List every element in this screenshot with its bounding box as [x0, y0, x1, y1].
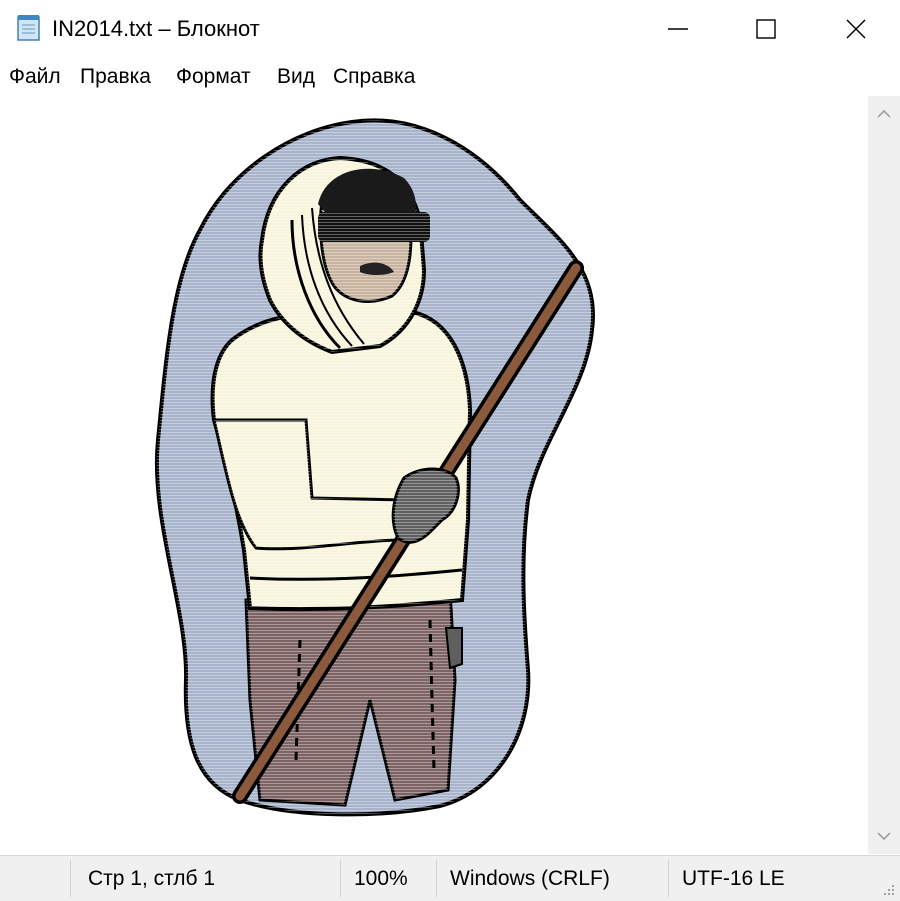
- notepad-icon: [17, 15, 40, 41]
- maximize-icon: [756, 19, 776, 39]
- chevron-down-icon: [877, 832, 891, 841]
- menu-file[interactable]: Файл: [9, 64, 61, 90]
- resize-grip-icon[interactable]: [880, 881, 896, 897]
- menu-view[interactable]: Вид: [277, 64, 315, 90]
- close-icon: [846, 19, 866, 39]
- menu-bar: Файл Правка Формат Вид Справка: [0, 58, 900, 97]
- maximize-button[interactable]: [720, 0, 812, 58]
- status-divider: [668, 860, 669, 897]
- title-bar: IN2014.txt – Блокнот: [0, 0, 900, 58]
- window-title: IN2014.txt – Блокнот: [52, 16, 260, 41]
- status-divider: [436, 860, 437, 897]
- line-ending: Windows (CRLF): [450, 867, 610, 890]
- encoding: UTF-16 LE: [682, 867, 785, 890]
- status-divider: [340, 860, 341, 897]
- status-bar: Стр 1, стлб 1 100% Windows (CRLF) UTF-16…: [0, 855, 900, 901]
- close-button[interactable]: [810, 0, 900, 58]
- zoom-level: 100%: [354, 867, 408, 890]
- scroll-up-button[interactable]: [868, 98, 900, 130]
- cursor-position: Стр 1, стлб 1: [88, 867, 216, 890]
- menu-edit[interactable]: Правка: [80, 64, 151, 90]
- text-editor[interactable]: [0, 96, 868, 854]
- menu-format[interactable]: Формат: [176, 64, 251, 90]
- minimize-button[interactable]: [632, 0, 724, 58]
- vertical-scrollbar[interactable]: [868, 96, 900, 854]
- status-divider: [70, 860, 71, 897]
- menu-help[interactable]: Справка: [333, 64, 415, 90]
- ascii-art-hooded-man-with-staff: [154, 118, 596, 817]
- scroll-down-button[interactable]: [868, 820, 900, 852]
- minimize-icon: [668, 28, 688, 30]
- chevron-up-icon: [877, 109, 891, 118]
